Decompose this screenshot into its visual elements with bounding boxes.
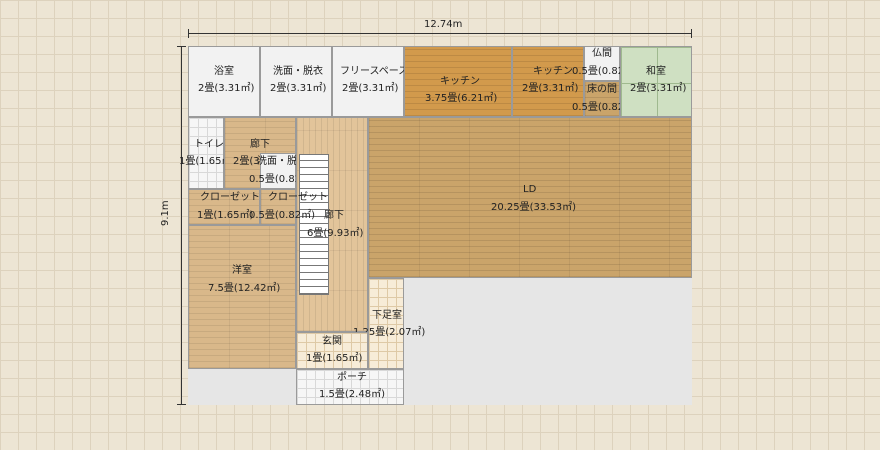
room-bath — [188, 46, 260, 117]
closet-2-area: 0.5畳(0.82㎡) — [249, 210, 315, 221]
kitchen-1-area: 3.75畳(6.21㎡) — [425, 93, 498, 104]
tokonoma-name: 床の間 — [587, 84, 617, 95]
entrance-area: 1畳(1.65㎡) — [306, 353, 363, 364]
left-dimension-line — [181, 46, 182, 405]
top-dimension-tick-right — [691, 29, 692, 38]
corridor-1-name: 廊下 — [250, 139, 270, 150]
staircase — [299, 154, 329, 295]
corridor-2-name: 廊下 — [324, 210, 344, 221]
closet-1-name: クローゼット — [200, 192, 260, 203]
room-washitsu — [620, 46, 692, 117]
closet-1-area: 1畳(1.65㎡) — [197, 210, 254, 221]
kitchen-2-area: 2畳(3.31㎡) — [522, 83, 579, 94]
free-space-name: フリースペース — [340, 66, 409, 77]
bath-area: 2畳(3.31㎡) — [198, 83, 255, 94]
top-dimension-line — [188, 33, 692, 34]
butsuma-name: 仏間 — [592, 48, 612, 59]
porch-name: ポーチ — [337, 372, 367, 383]
bath-name: 浴室 — [214, 66, 234, 77]
western-name: 洋室 — [232, 265, 252, 276]
washitsu-name: 和室 — [646, 66, 666, 77]
washroom-1-area: 2畳(3.31㎡) — [270, 83, 327, 94]
kitchen-2-name: キッチン — [533, 66, 573, 77]
washroom-1-name: 洗面・脱衣 — [273, 66, 323, 77]
room-free-space — [332, 46, 404, 117]
width-dimension-label: 12.74m — [424, 19, 463, 30]
room-washroom-1 — [260, 46, 332, 117]
porch-area: 1.5畳(2.48㎡) — [319, 389, 385, 400]
ld-area: 20.25畳(33.53㎡) — [491, 202, 577, 213]
room-toilet — [188, 117, 224, 189]
room-shoes — [368, 278, 404, 369]
shoes-name: 下足室 — [372, 310, 402, 321]
room-ld — [368, 117, 692, 278]
corridor-2-area: 6畳(9.93㎡) — [307, 228, 364, 239]
ld-name: LD — [523, 184, 537, 195]
left-dimension-tick-top — [177, 46, 186, 47]
height-dimension-label: 9.1m — [160, 200, 171, 226]
kitchen-1-name: キッチン — [440, 76, 480, 87]
left-dimension-tick-bottom — [177, 404, 186, 405]
free-space-area: 2畳(3.31㎡) — [342, 83, 399, 94]
room-western — [188, 225, 296, 369]
toilet-name: トイレ — [194, 139, 224, 150]
top-dimension-tick-left — [188, 29, 189, 38]
western-area: 7.5畳(12.42㎡) — [208, 283, 281, 294]
closet-2-name: クローゼット — [268, 192, 328, 203]
entrance-name: 玄関 — [322, 336, 342, 347]
washitsu-area: 2畳(3.31㎡) — [630, 83, 687, 94]
